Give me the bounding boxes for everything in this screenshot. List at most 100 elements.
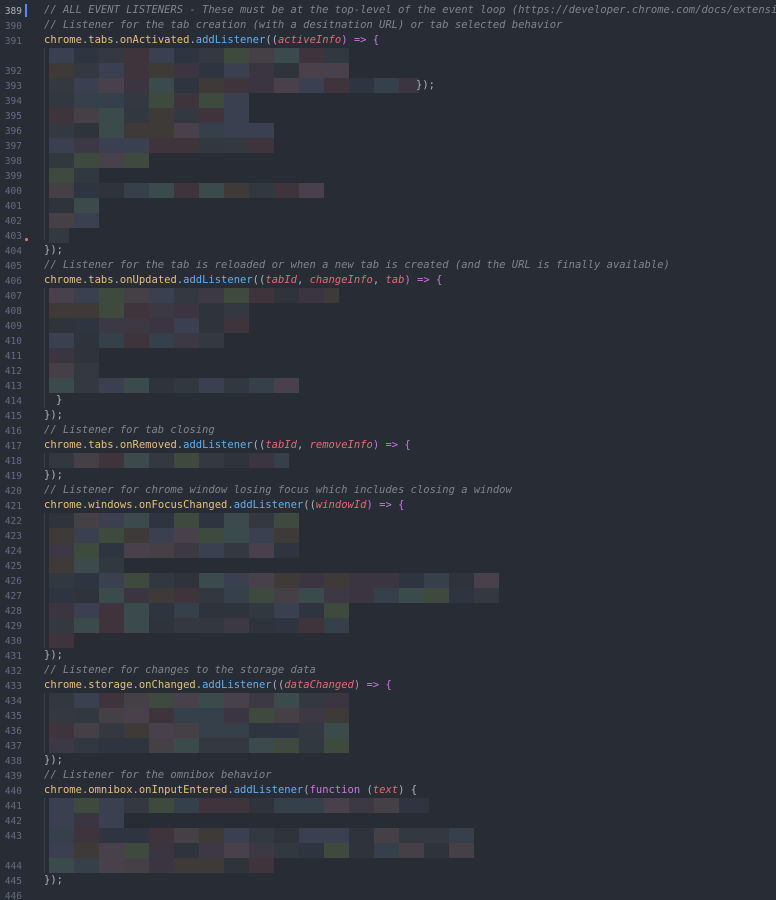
redacted-pixel-block	[74, 858, 99, 873]
token-event: onRemoved	[119, 439, 177, 451]
line-number: 439	[4, 771, 22, 782]
code-line-oninputentered: chrome.omnibox.onInputEntered.addListene…	[44, 783, 417, 798]
redacted-pixel-block	[199, 378, 224, 393]
redacted-pixel-block	[199, 618, 224, 633]
redacted-pixel-block	[99, 618, 124, 633]
redacted-pixel-block	[299, 78, 324, 93]
token-comma: ,	[372, 274, 386, 286]
redacted-pixel-block	[199, 78, 224, 93]
redacted-pixel-block	[224, 303, 249, 318]
redacted-pixel-block	[149, 798, 174, 813]
token-param: activeInfo	[277, 34, 342, 46]
redacted-pixel-block	[224, 828, 249, 843]
token-event: onChanged	[138, 679, 196, 691]
redacted-pixel-block	[174, 183, 199, 198]
code-line-close: });	[44, 754, 63, 766]
redacted-pixel-block	[324, 843, 349, 858]
line-number: 411	[4, 351, 22, 362]
redacted-pixel-block	[49, 318, 74, 333]
redacted-pixel-block	[74, 708, 99, 723]
redacted-pixel-block	[99, 288, 124, 303]
redacted-pixel-block	[399, 573, 424, 588]
redacted-pixel-block	[124, 693, 149, 708]
redacted-pixel-block	[299, 693, 324, 708]
redacted-pixel-block	[424, 798, 429, 813]
redacted-pixel-block	[224, 93, 249, 108]
redacted-pixel-block	[74, 168, 99, 183]
redacted-pixel-block	[74, 798, 99, 813]
redacted-pixel-block	[224, 798, 249, 813]
redacted-pixel-block	[99, 843, 124, 858]
redacted-pixel-block	[449, 573, 474, 588]
redacted-pixel-block	[199, 123, 224, 138]
redacted-pixel-block	[74, 63, 99, 78]
redacted-pixel-block	[199, 288, 224, 303]
redacted-pixel-block	[124, 843, 149, 858]
redacted-pixel-block	[74, 828, 99, 843]
redacted-pixel-block	[149, 183, 174, 198]
token-event: onUpdated	[119, 274, 177, 286]
redacted-pixel-block	[374, 573, 399, 588]
redacted-pixel-block	[49, 363, 74, 378]
redacted-pixel-block	[99, 108, 124, 123]
redacted-pixel-block	[99, 693, 124, 708]
redacted-pixel-block	[199, 318, 224, 333]
redacted-pixel-block	[349, 828, 374, 843]
redacted-pixel-block	[449, 843, 474, 858]
line-number: 402	[4, 216, 22, 227]
redacted-pixel-block	[224, 78, 249, 93]
redacted-pixel-block	[74, 693, 99, 708]
redacted-pixel-block	[149, 378, 174, 393]
redacted-pixel-block	[299, 48, 324, 63]
redacted-pixel-block	[299, 843, 324, 858]
code-line-close: });	[44, 469, 63, 481]
redacted-pixel-block	[274, 528, 299, 543]
redacted-pixel-block	[249, 738, 274, 753]
redacted-pixel-block	[124, 123, 149, 138]
redacted-pixel-block	[249, 453, 274, 468]
redacted-pixel-block	[99, 183, 124, 198]
redacted-pixel-block	[174, 63, 199, 78]
redacted-pixel-block	[49, 813, 74, 828]
redacted-pixel-block	[224, 528, 249, 543]
token-brace: ) {	[398, 784, 418, 796]
redacted-pixel-block	[124, 528, 149, 543]
token-namespace: omnibox	[88, 784, 133, 796]
token-event: onActivated	[119, 34, 190, 46]
redacted-pixel-block	[99, 513, 124, 528]
line-number: 445	[4, 876, 22, 887]
redacted-pixel-block	[49, 738, 74, 753]
code-line-onchanged: chrome.storage.onChanged.addListener((da…	[44, 678, 392, 693]
redacted-pixel-block	[199, 573, 224, 588]
code-line-onfocuschanged: chrome.windows.onFocusChanged.addListene…	[44, 498, 404, 513]
redacted-pixel-block	[424, 828, 449, 843]
redacted-pixel-block	[324, 48, 349, 63]
redacted-pixel-block	[149, 618, 174, 633]
line-number: 442	[4, 816, 22, 827]
redacted-pixel-block	[149, 63, 174, 78]
token-paren: ((	[252, 439, 266, 451]
redacted-pixel-block	[124, 303, 149, 318]
line-number: 444	[4, 861, 22, 872]
redacted-pixel-block	[274, 63, 299, 78]
redacted-pixel-block	[74, 513, 99, 528]
comment-line: // Listener for tab closing	[44, 424, 215, 436]
line-number: 399	[4, 171, 22, 182]
redacted-pixel-block	[274, 573, 299, 588]
line-number: 428	[4, 606, 22, 617]
line-number: 391	[4, 36, 22, 47]
redacted-pixel-block	[199, 63, 224, 78]
redacted-pixel-block	[274, 738, 299, 753]
redacted-pixel-block	[124, 138, 149, 153]
redacted-pixel-block	[174, 123, 199, 138]
redacted-pixel-block	[174, 618, 199, 633]
redacted-pixel-block	[99, 93, 124, 108]
code-editor[interactable]: 389 390 391 392 393 394 395 396 397 398 399 400 401 4…	[0, 0, 776, 900]
redacted-pixel-block	[124, 183, 149, 198]
line-number: 434	[4, 696, 22, 707]
line-number: 416	[4, 426, 22, 437]
redacted-pixel-block	[249, 513, 274, 528]
redacted-pixel-block	[99, 558, 124, 573]
modified-line-marker	[25, 238, 28, 241]
redacted-pixel-block	[124, 708, 149, 723]
